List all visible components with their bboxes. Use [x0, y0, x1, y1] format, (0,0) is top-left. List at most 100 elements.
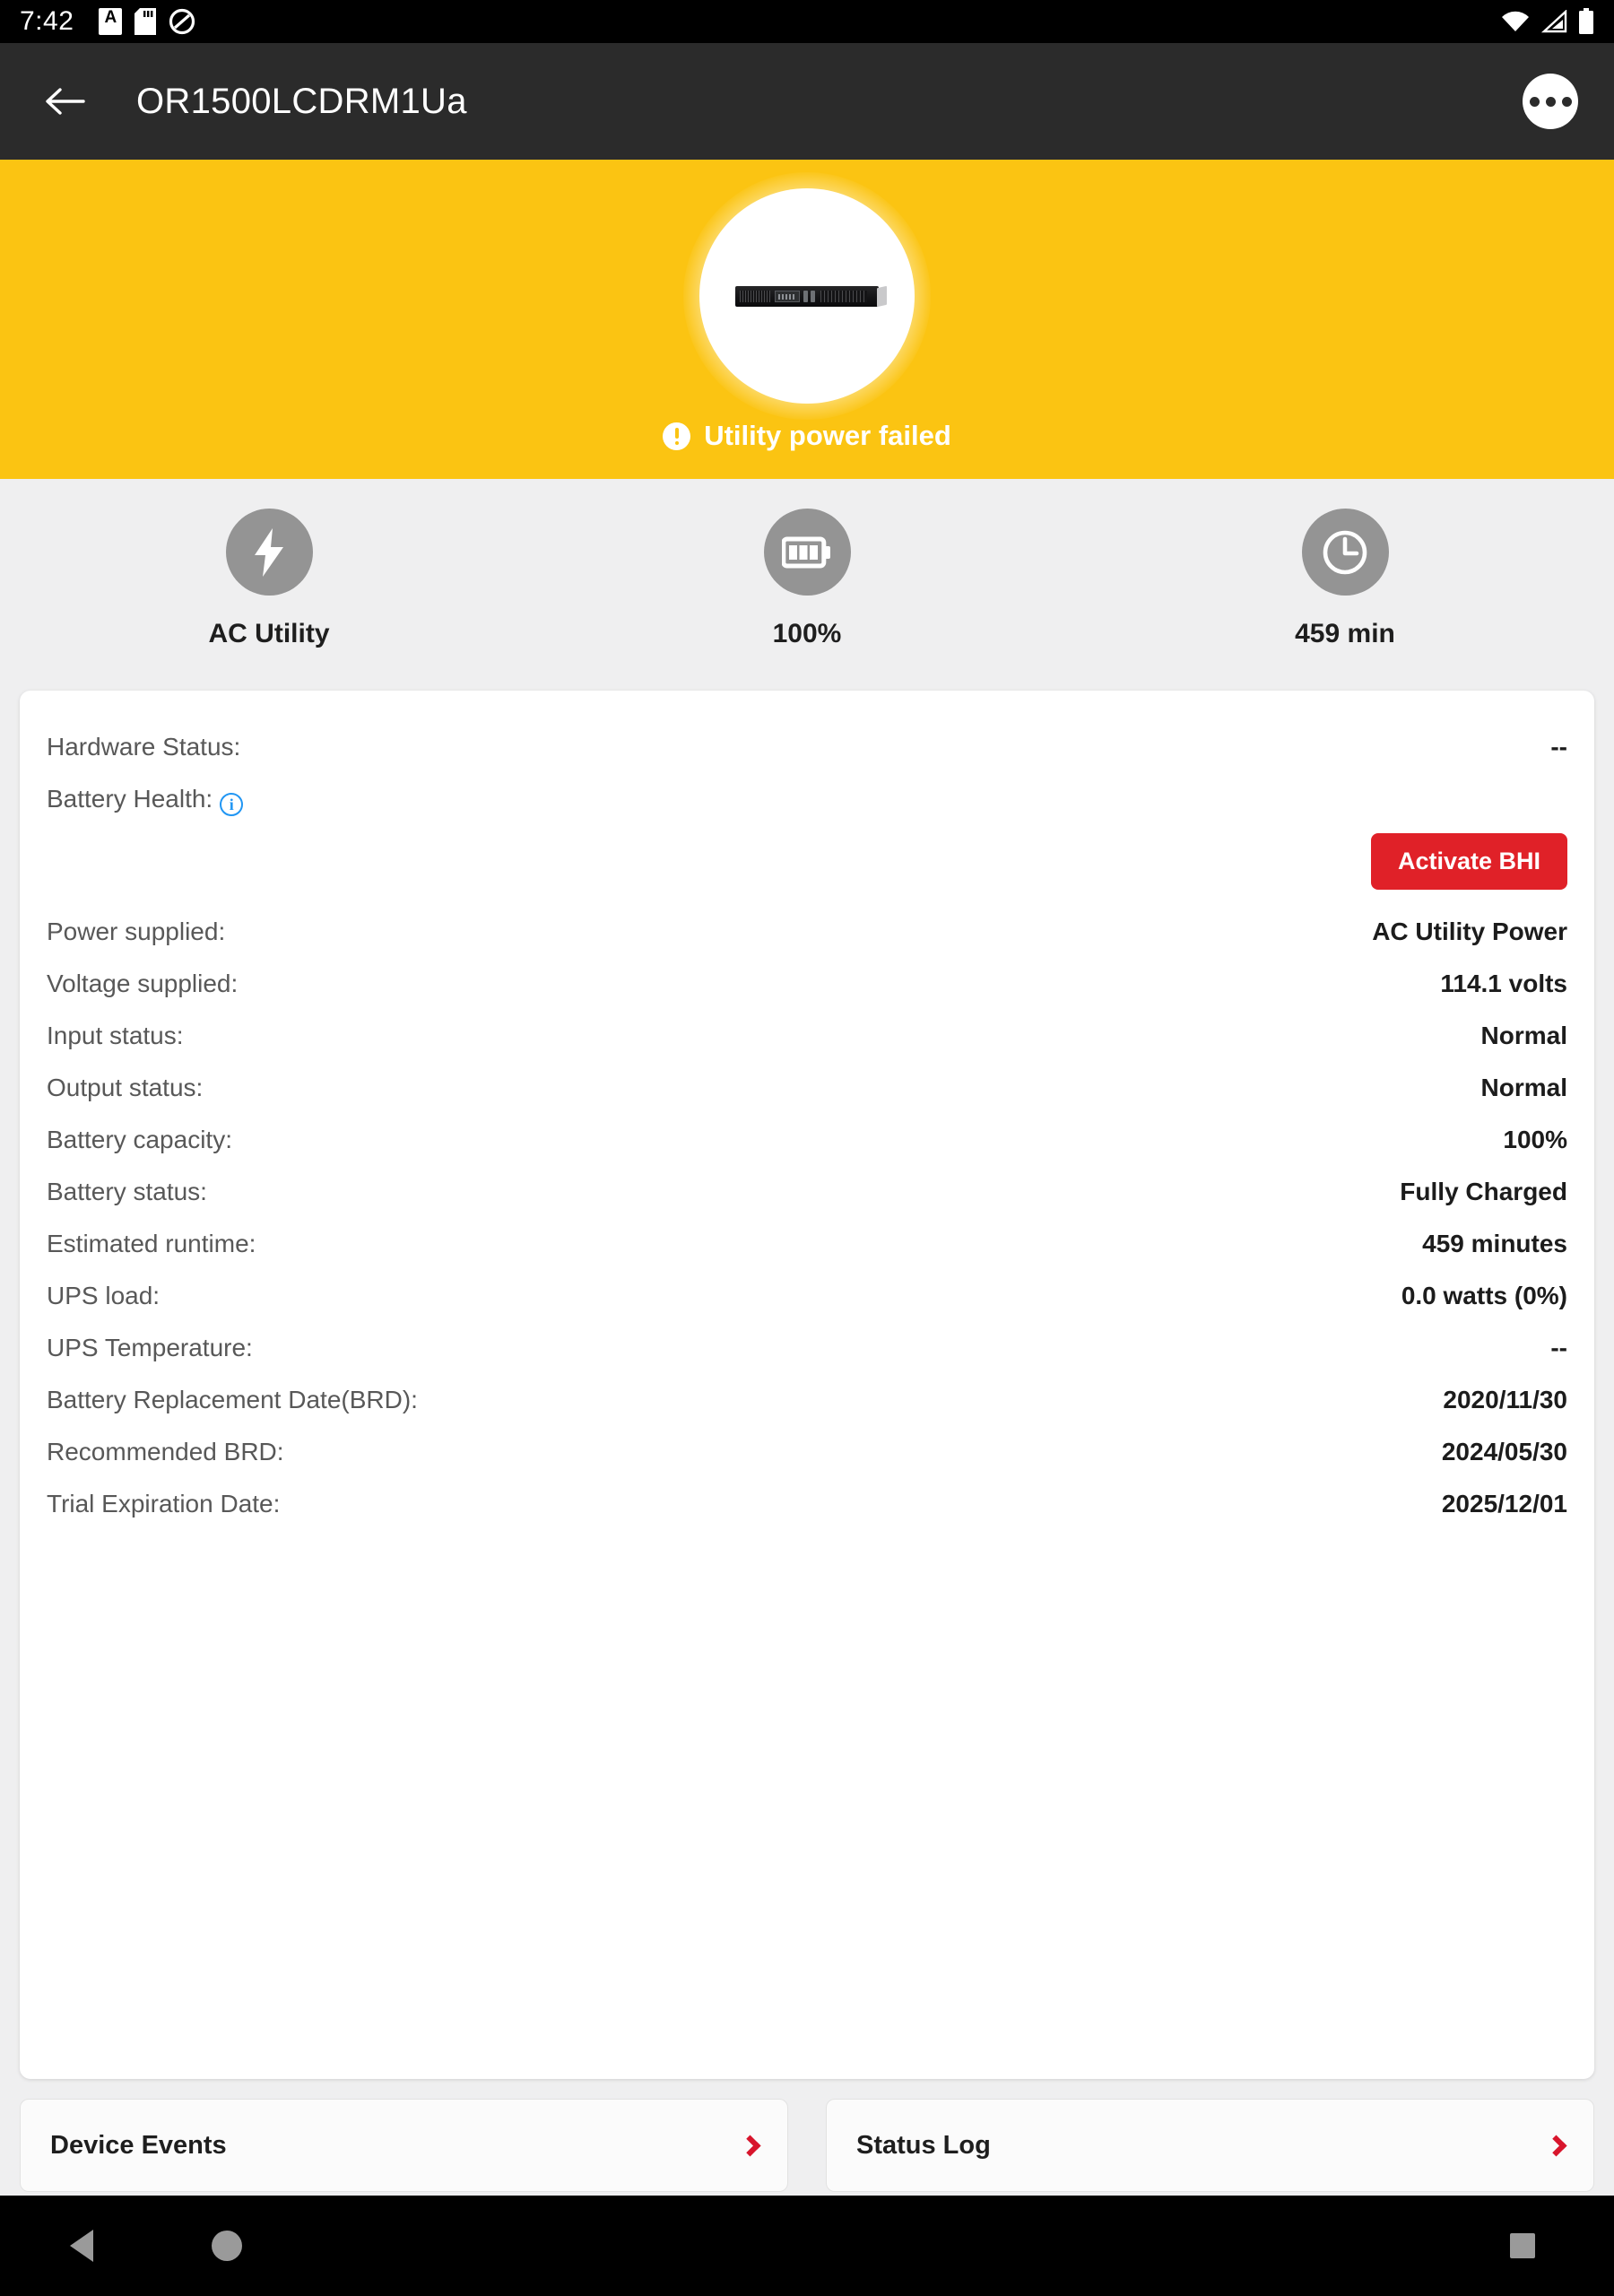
overflow-dot-1 — [1529, 96, 1540, 107]
detail-row-ups-load: UPS load: 0.0 watts (0%) — [47, 1270, 1567, 1322]
android-navigation-bar — [0, 2196, 1614, 2296]
cellular-signal-icon — [1540, 10, 1567, 33]
detail-row-power-supplied: Power supplied: AC Utility Power — [47, 906, 1567, 958]
stat-battery-label: 100% — [772, 619, 842, 648]
page-title: OR1500LCDRM1Ua — [136, 81, 467, 121]
sd-card-icon — [134, 8, 157, 35]
detail-value: Fully Charged — [1400, 1178, 1567, 1205]
detail-value: 100% — [1503, 1126, 1567, 1153]
clock-glyph — [1323, 530, 1367, 574]
detail-key: UPS load: — [47, 1282, 161, 1309]
overflow-dot-3 — [1561, 96, 1572, 107]
detail-value: -- — [1550, 733, 1567, 761]
status-log-label: Status Log — [856, 2130, 991, 2160]
detail-value: 2025/12/01 — [1441, 1490, 1567, 1518]
detail-row-battery-capacity: Battery capacity: 100% — [47, 1114, 1567, 1166]
detail-value: 459 minutes — [1422, 1230, 1567, 1257]
app-bar: OR1500LCDRM1Ua — [0, 43, 1614, 160]
detail-value: 2020/11/30 — [1443, 1386, 1567, 1413]
detail-key: Battery capacity: — [47, 1126, 232, 1153]
device-image-circle — [699, 188, 915, 404]
device-status-banner: Utility power failed — [0, 160, 1614, 479]
wifi-icon — [1502, 11, 1529, 32]
battery-glyph — [782, 536, 830, 568]
status-message-text: Utility power failed — [704, 420, 951, 451]
stat-runtime-label: 459 min — [1295, 619, 1395, 648]
bottom-action-row: Device Events Status Log — [20, 2099, 1594, 2192]
clock-icon — [1301, 509, 1389, 596]
info-icon[interactable]: i — [220, 793, 244, 816]
chevron-right-icon — [739, 2134, 761, 2157]
detail-key-text: Battery Health: — [47, 785, 213, 813]
ups-button-1 — [803, 290, 808, 302]
detail-row-trial-expiration-date: Trial Expiration Date: 2025/12/01 — [47, 1478, 1567, 1530]
detail-value: 114.1 volts — [1440, 970, 1567, 997]
battery-icon — [1579, 8, 1593, 34]
device-events-label: Device Events — [50, 2130, 227, 2160]
detail-row-ups-temperature: UPS Temperature: -- — [47, 1322, 1567, 1374]
battery-full-icon — [763, 509, 851, 596]
app-screen: 7:42 A OR1500LCDRM1Ua Utility power fail… — [0, 0, 1614, 2296]
detail-key: UPS Temperature: — [47, 1334, 253, 1361]
ups-device-illustration — [735, 285, 879, 307]
status-bar-clock: 7:42 — [20, 6, 74, 36]
detail-row-battery-status: Battery status: Fully Charged — [47, 1166, 1567, 1218]
overflow-dot-2 — [1545, 96, 1556, 107]
status-bar-system-icons — [1501, 8, 1594, 35]
detail-key: Input status: — [47, 1022, 184, 1049]
detail-row-battery-health: Battery Health: i — [47, 773, 1567, 828]
stat-ac-utility: AC Utility — [0, 479, 538, 687]
back-button[interactable] — [36, 73, 93, 130]
detail-value: Normal — [1480, 1074, 1567, 1101]
detail-row-estimated-runtime: Estimated runtime: 459 minutes — [47, 1218, 1567, 1270]
device-details-card: Hardware Status: -- Battery Health: i Act… — [20, 691, 1594, 2079]
device-image-container — [683, 172, 931, 420]
device-events-button[interactable]: Device Events — [20, 2099, 788, 2192]
ups-buttons — [803, 290, 815, 302]
android-status-bar: 7:42 A — [0, 0, 1614, 43]
activate-bhi-button[interactable]: Activate BHI — [1370, 833, 1567, 890]
ups-button-2 — [811, 290, 815, 302]
status-bar-notification-icons: A — [99, 8, 195, 35]
do-not-disturb-icon — [169, 8, 195, 35]
detail-row-input-status: Input status: Normal — [47, 1010, 1567, 1062]
chevron-right-icon — [1545, 2134, 1567, 2157]
ups-vent-right — [820, 290, 867, 302]
stat-battery: 100% — [538, 479, 1076, 687]
detail-row-recommended-brd: Recommended BRD: 2024/05/30 — [47, 1426, 1567, 1478]
detail-key: Battery Health: i — [47, 785, 244, 816]
detail-key: Battery Replacement Date(BRD): — [47, 1386, 418, 1413]
ups-vent-left — [740, 290, 770, 302]
status-log-button[interactable]: Status Log — [826, 2099, 1594, 2192]
detail-key: Trial Expiration Date: — [47, 1490, 281, 1518]
ups-lcd-screen — [775, 290, 800, 302]
detail-value: AC Utility Power — [1372, 918, 1567, 945]
detail-key: Output status: — [47, 1074, 204, 1101]
recents-square-icon[interactable] — [1510, 2233, 1535, 2258]
a-notification-icon: A — [99, 8, 123, 35]
exclamation-icon — [663, 422, 691, 450]
detail-value: -- — [1550, 1334, 1567, 1361]
activate-bhi-row: Activate BHI — [47, 828, 1567, 906]
detail-key: Power supplied: — [47, 918, 226, 945]
bolt-glyph — [255, 527, 283, 577]
status-message: Utility power failed — [0, 420, 1614, 452]
detail-key: Voltage supplied: — [47, 970, 239, 997]
detail-row-output-status: Output status: Normal — [47, 1062, 1567, 1114]
detail-row-hardware-status: Hardware Status: -- — [47, 721, 1567, 773]
detail-value: Normal — [1480, 1022, 1567, 1049]
detail-key: Hardware Status: — [47, 733, 241, 761]
overflow-menu-icon[interactable] — [1523, 74, 1578, 129]
stats-row: AC Utility 100% 459 min — [0, 479, 1614, 687]
back-triangle-icon[interactable] — [70, 2230, 93, 2262]
home-circle-icon[interactable] — [212, 2231, 242, 2261]
stat-runtime: 459 min — [1076, 479, 1614, 687]
detail-row-battery-replacement-date: Battery Replacement Date(BRD): 2020/11/3… — [47, 1374, 1567, 1426]
lightning-bolt-icon — [225, 509, 313, 596]
detail-row-voltage-supplied: Voltage supplied: 114.1 volts — [47, 958, 1567, 1010]
detail-key: Recommended BRD: — [47, 1438, 284, 1465]
arrow-left-icon — [46, 88, 85, 115]
stat-ac-utility-label: AC Utility — [208, 619, 330, 648]
detail-value: 2024/05/30 — [1441, 1438, 1567, 1465]
detail-key: Estimated runtime: — [47, 1230, 256, 1257]
